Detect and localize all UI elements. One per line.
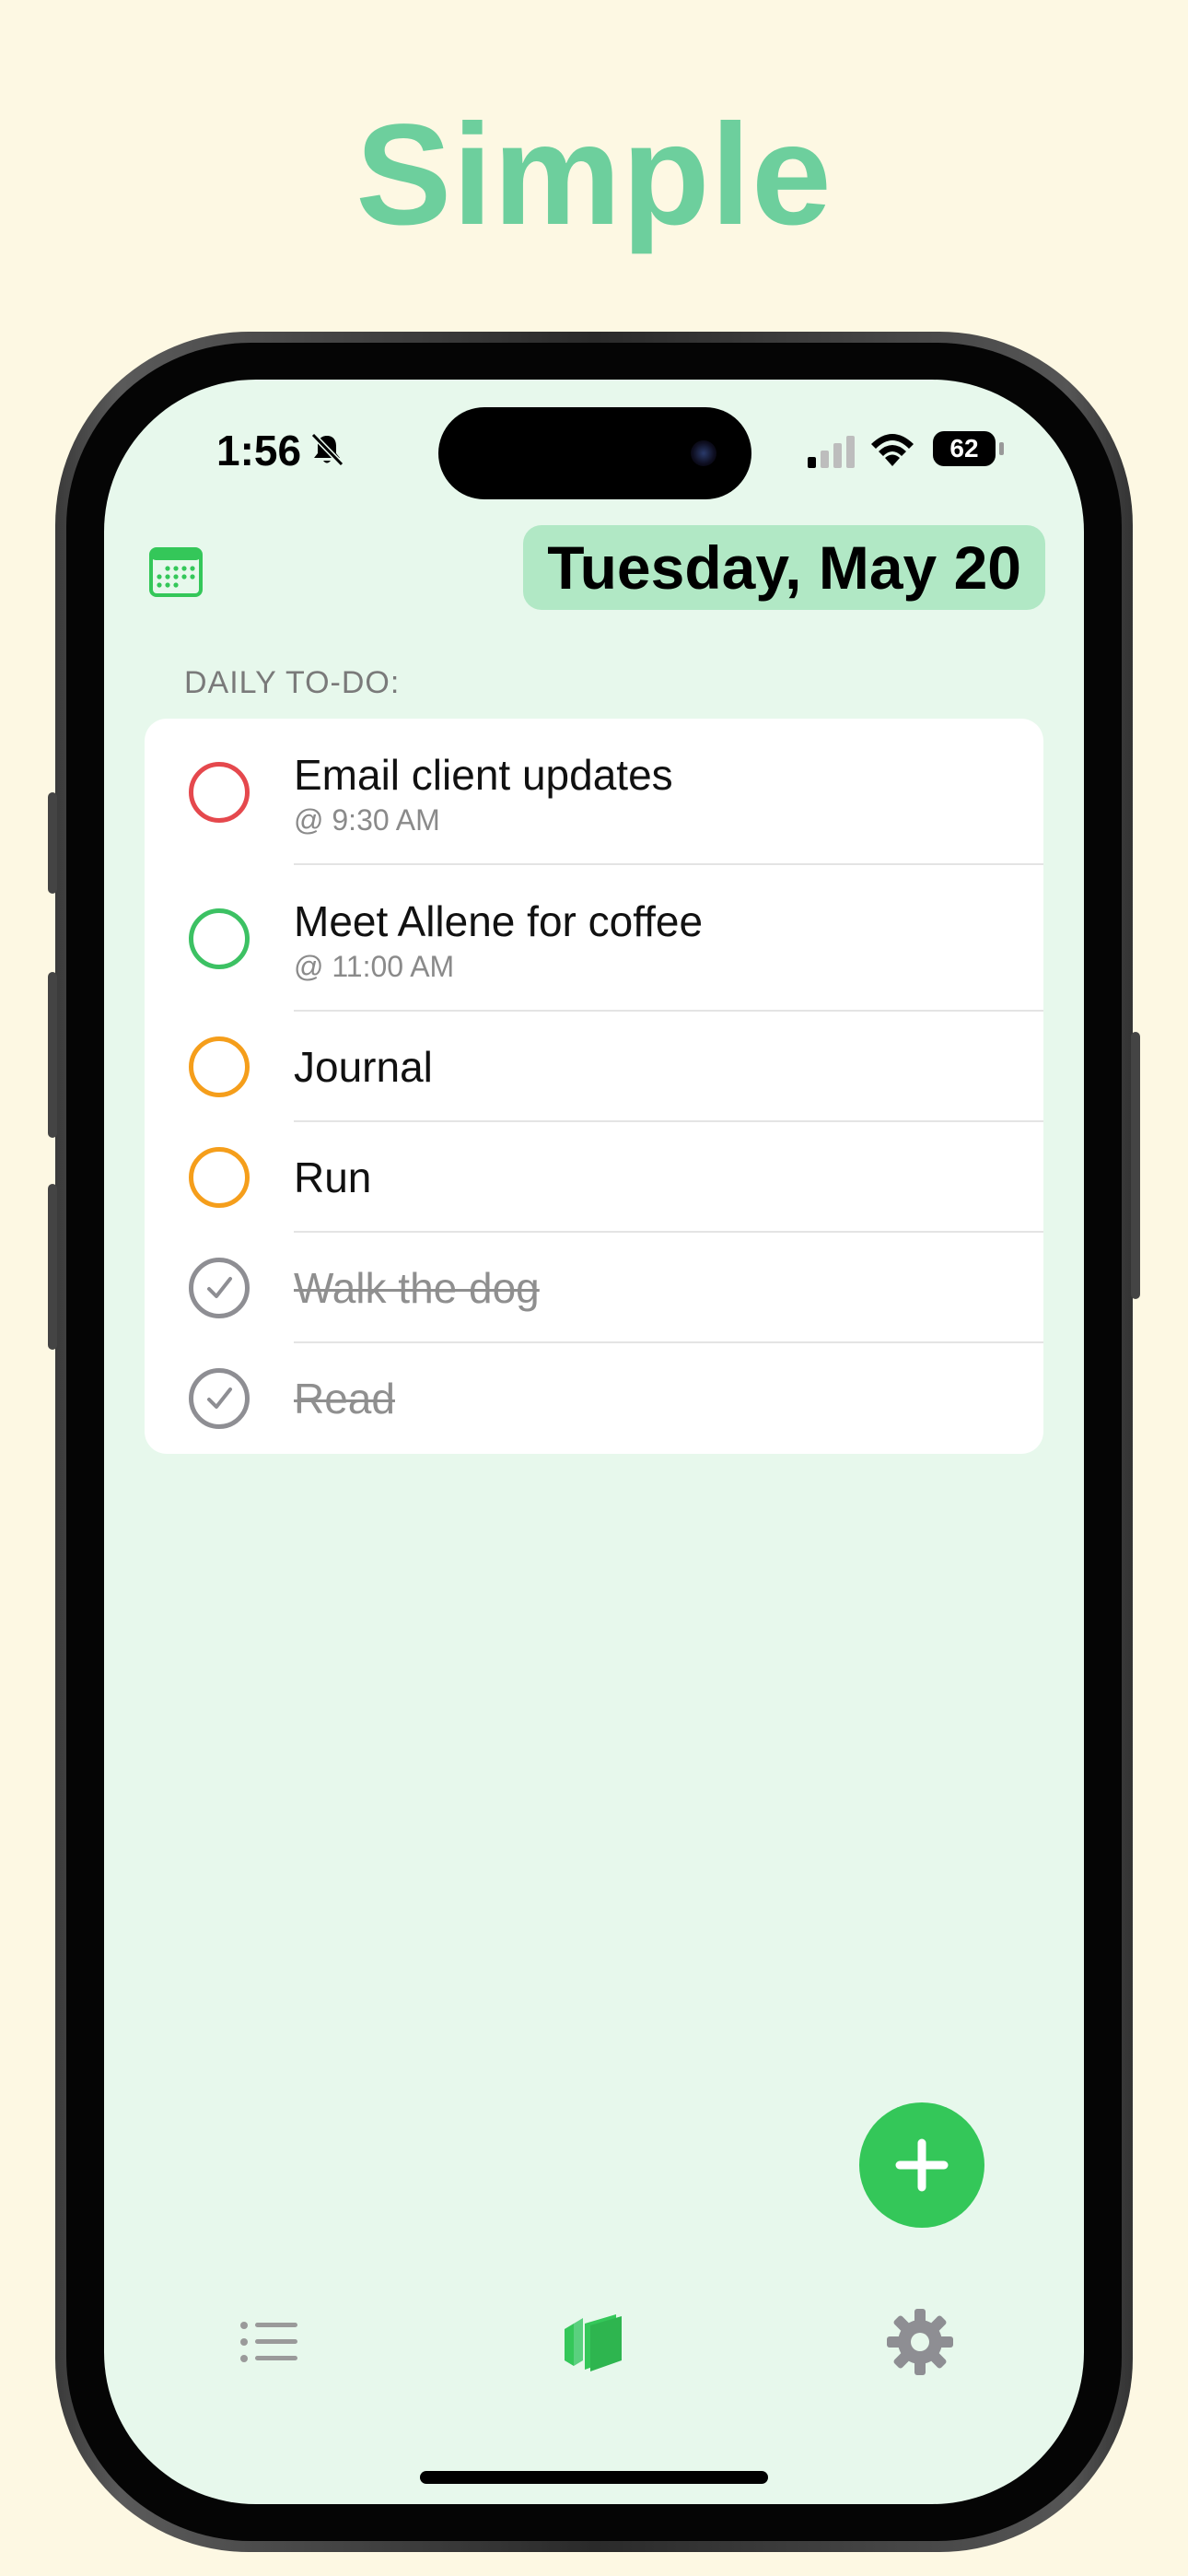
section-label: DAILY TO-DO: bbox=[184, 665, 401, 700]
task-title: Walk the dog bbox=[294, 1264, 540, 1312]
task-checkbox[interactable] bbox=[189, 907, 250, 969]
task-time: @ 11:00 AM bbox=[294, 950, 455, 983]
calendar-icon[interactable] bbox=[148, 544, 204, 599]
date-title[interactable]: Tuesday, May 20 bbox=[523, 525, 1045, 610]
task-title: Meet Allene for coffee bbox=[294, 897, 704, 945]
battery-indicator: 62 bbox=[933, 431, 996, 466]
list-item[interactable]: Journal bbox=[145, 1012, 1043, 1122]
battery-icon bbox=[999, 442, 1004, 455]
checkmark-icon bbox=[207, 1388, 232, 1409]
app-screen: 1:56 62 Tuesday, May 20 DAILY TO-DO: Ema… bbox=[104, 380, 1084, 2504]
volume-up-button bbox=[48, 972, 57, 1138]
power-button bbox=[1131, 1032, 1140, 1299]
bell-slash-icon bbox=[310, 432, 344, 467]
task-title: Email client updates bbox=[294, 751, 673, 799]
task-checkbox[interactable] bbox=[189, 1258, 250, 1318]
task-title: Run bbox=[294, 1153, 372, 1201]
headline: Simple bbox=[355, 95, 833, 255]
action-button bbox=[48, 792, 57, 894]
wifi-icon bbox=[871, 434, 914, 466]
task-checkbox[interactable] bbox=[189, 1147, 250, 1208]
task-checkbox[interactable] bbox=[189, 1036, 250, 1097]
list-icon[interactable] bbox=[233, 2305, 307, 2379]
gear-icon[interactable] bbox=[883, 2305, 957, 2379]
cellular-signal-icon bbox=[808, 436, 855, 468]
task-checkbox[interactable] bbox=[189, 1368, 250, 1429]
list-item[interactable]: Run bbox=[145, 1122, 1043, 1233]
list-item[interactable]: Read bbox=[145, 1343, 1043, 1454]
task-title: Read bbox=[294, 1375, 395, 1423]
task-time: @ 9:30 AM bbox=[294, 803, 440, 837]
list-item[interactable]: Meet Allene for coffee @ 11:00 AM bbox=[145, 865, 1043, 1012]
plus-icon bbox=[895, 2138, 949, 2192]
add-task-button[interactable] bbox=[859, 2102, 984, 2228]
status-time: 1:56 bbox=[216, 427, 302, 474]
task-title: Journal bbox=[294, 1043, 433, 1091]
cards-icon[interactable] bbox=[557, 2305, 631, 2379]
list-item[interactable]: Email client updates @ 9:30 AM bbox=[145, 719, 1043, 865]
volume-down-button bbox=[48, 1184, 57, 1350]
checkmark-icon bbox=[207, 1277, 232, 1298]
dynamic-island bbox=[438, 407, 751, 499]
todo-list: Email client updates @ 9:30 AM Meet Alle… bbox=[145, 719, 1043, 1454]
home-indicator bbox=[420, 2471, 768, 2484]
list-item[interactable]: Walk the dog bbox=[145, 1233, 1043, 1343]
task-checkbox[interactable] bbox=[189, 761, 250, 823]
